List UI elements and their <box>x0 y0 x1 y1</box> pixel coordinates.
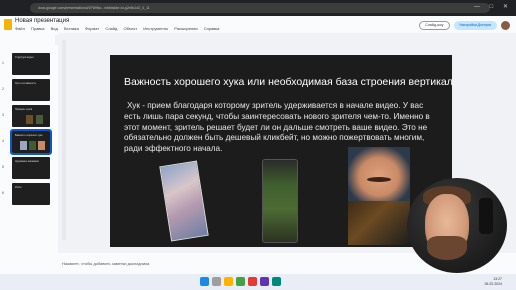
app-header: Новая презентация Файл Правка Вид Вставк… <box>0 16 516 34</box>
menu-view[interactable]: Вид <box>51 26 58 31</box>
thumbnail-title: Примеры хуков <box>15 108 33 111</box>
window-controls[interactable]: — □ ✕ <box>474 3 512 10</box>
system-clock[interactable]: 13:27 26.02.2024 <box>484 277 502 286</box>
thumbnail-image[interactable]: Примеры хуков <box>12 105 50 127</box>
menu-insert[interactable]: Вставка <box>64 26 79 31</box>
thumbnail-title: Хук и его важность <box>15 82 36 85</box>
thumbnail-slide-1[interactable]: 1 Структура видео <box>2 53 52 75</box>
app-icon[interactable] <box>260 277 269 286</box>
thumbnail-slide-3[interactable]: 3 Примеры хуков <box>2 105 52 127</box>
app-icon[interactable] <box>272 277 281 286</box>
thumbnail-picture <box>38 141 45 150</box>
slide-thumbnails-panel: 1 Структура видео 2 Хук и его важность 3… <box>0 33 55 253</box>
slide-number: 4 <box>2 139 4 143</box>
menu-extensions[interactable]: Расширения <box>174 26 197 31</box>
slide-number: 2 <box>2 87 4 91</box>
clock-date: 26.02.2024 <box>484 281 502 286</box>
document-title[interactable]: Новая презентация <box>15 18 69 24</box>
menu-tools[interactable]: Инструменты <box>143 26 168 31</box>
webcam-overlay <box>407 178 507 273</box>
thumbnail-image[interactable]: Структура видео <box>12 53 50 75</box>
search-icon[interactable] <box>212 277 221 286</box>
vertical-ruler <box>62 40 66 240</box>
slide-number: 6 <box>2 191 4 195</box>
thumbnail-title: Структура видео <box>15 56 34 59</box>
thumbnail-slide-6[interactable]: 6 Итоги <box>2 183 52 205</box>
current-slide[interactable]: Важность хорошего хука или необходимая б… <box>110 55 452 247</box>
menu-format[interactable]: Формат <box>85 26 99 31</box>
share-button[interactable]: Настройки Доступа <box>453 20 497 30</box>
folder-icon[interactable] <box>224 277 233 286</box>
thumbnail-title: Важность хорошего хука <box>15 134 43 137</box>
os-taskbar: 13:27 26.02.2024 <box>0 274 516 290</box>
chrome-icon[interactable] <box>236 277 245 286</box>
thumbnail-title: Итоги <box>15 186 22 189</box>
taskbar-icons <box>200 277 281 286</box>
thumbnail-image[interactable]: Удержание внимания <box>12 157 50 179</box>
thumbnail-picture <box>20 141 27 150</box>
menu-slide[interactable]: Слайд <box>105 26 117 31</box>
slide-number: 3 <box>2 113 4 117</box>
thumbnail-picture <box>29 141 36 150</box>
windows-start-icon[interactable] <box>200 277 209 286</box>
slide-image-screenshot-1[interactable] <box>159 160 209 242</box>
slide-title[interactable]: Важность хорошего хука или необходимая б… <box>124 76 452 88</box>
header-actions: Слайд-шоу Настройки Доступа <box>419 19 510 31</box>
menu-help[interactable]: Справка <box>204 26 220 31</box>
thumbnail-slide-2[interactable]: 2 Хук и его важность <box>2 79 52 101</box>
thumbnail-title: Удержание внимания <box>15 160 39 163</box>
menu-bar: Файл Правка Вид Вставка Формат Слайд Объ… <box>15 26 224 31</box>
microphone-icon <box>479 198 493 234</box>
slide-number: 5 <box>2 165 4 169</box>
slide-image-game-screenshot[interactable] <box>262 159 298 243</box>
app-icon[interactable] <box>248 277 257 286</box>
mustache-decoration <box>367 177 391 182</box>
thumbnail-image[interactable]: Хук и его важность <box>12 79 50 101</box>
thumbnail-slide-5[interactable]: 5 Удержание внимания <box>2 157 52 179</box>
slideshow-button[interactable]: Слайд-шоу <box>419 20 450 30</box>
thumbnail-picture <box>26 115 33 124</box>
thumbnail-slide-4[interactable]: 4 Важность хорошего хука <box>2 129 52 155</box>
menu-edit[interactable]: Правка <box>31 26 45 31</box>
thumbnail-image[interactable]: Итоги <box>12 183 50 205</box>
slide-image-face[interactable] <box>348 147 410 201</box>
avatar[interactable] <box>501 20 510 30</box>
thumbnail-picture <box>36 115 43 124</box>
slide-image-game-scene[interactable] <box>348 201 410 245</box>
slide-number: 1 <box>2 61 4 65</box>
thumbnail-image-selected[interactable]: Важность хорошего хука <box>10 129 52 155</box>
speaker-notes[interactable]: Нажмите, чтобы добавить заметки докладчи… <box>58 258 458 270</box>
webcam-beard <box>427 236 467 260</box>
address-bar[interactable]: docs.google.com/presentation/d/1FW9kc...… <box>30 3 490 13</box>
menu-file[interactable]: Файл <box>15 26 25 31</box>
browser-top-bar: docs.google.com/presentation/d/1FW9kc...… <box>0 0 516 16</box>
slides-logo-icon[interactable] <box>4 19 12 30</box>
menu-object[interactable]: Объект <box>123 26 137 31</box>
